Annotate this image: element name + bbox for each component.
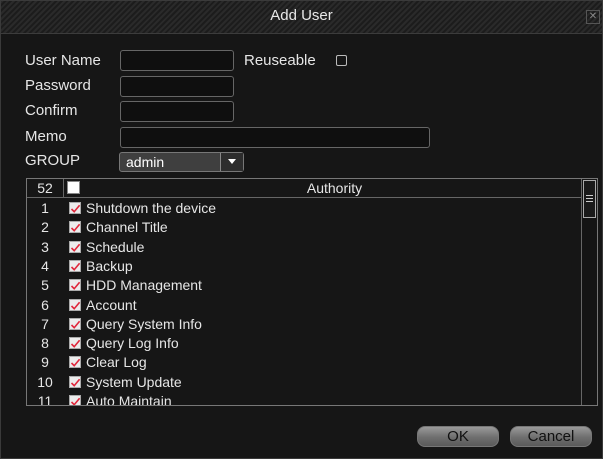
memo-label: Memo xyxy=(25,128,67,145)
authority-checkbox[interactable] xyxy=(69,298,81,311)
authority-checkbox[interactable] xyxy=(69,356,81,369)
authority-label: Shutdown the device xyxy=(86,200,216,216)
authority-row-number: 7 xyxy=(41,315,49,332)
authority-checkbox[interactable] xyxy=(69,202,81,214)
authority-checkbox[interactable] xyxy=(69,317,81,330)
authority-row[interactable]: 1 Shutdown the device xyxy=(27,199,582,218)
thumb-grip-line xyxy=(586,195,593,196)
confirm-label: Confirm xyxy=(25,102,78,119)
authority-checkbox[interactable] xyxy=(69,240,81,253)
authority-checkbox[interactable] xyxy=(69,395,81,405)
authority-count: 52 xyxy=(37,180,53,196)
check-mark-icon xyxy=(70,359,81,368)
authority-label: Account xyxy=(86,296,137,313)
authority-row[interactable]: 10 System Update xyxy=(27,373,582,392)
authority-row-number: 2 xyxy=(41,219,49,236)
authority-row-number: 1 xyxy=(41,200,49,216)
password-label: Password xyxy=(25,77,91,94)
authority-label: System Update xyxy=(86,373,182,390)
thumb-grip-line xyxy=(586,201,593,202)
cancel-button[interactable]: Cancel xyxy=(510,426,592,447)
dropdown-button[interactable] xyxy=(220,153,243,171)
authority-row-number: 3 xyxy=(41,238,49,255)
authority-checkbox[interactable] xyxy=(69,375,81,388)
authority-label: Clear Log xyxy=(86,354,147,371)
authority-row[interactable]: 7 Query System Info xyxy=(27,315,582,334)
authority-row-number: 8 xyxy=(41,335,49,352)
authority-row[interactable]: 6 Account xyxy=(27,296,582,315)
authority-checkbox[interactable] xyxy=(69,279,81,292)
password-input[interactable] xyxy=(120,76,234,97)
authority-label: Channel Title xyxy=(86,219,168,236)
confirm-password-input[interactable] xyxy=(120,101,234,122)
check-mark-icon xyxy=(70,301,81,310)
authority-row-number: 11 xyxy=(37,393,53,406)
authority-column-header: Authority xyxy=(306,180,363,196)
user-name-label: User Name xyxy=(25,52,101,69)
check-mark-icon xyxy=(70,281,81,291)
chevron-down-icon xyxy=(228,159,236,164)
authority-checkbox[interactable] xyxy=(69,259,81,272)
authority-row[interactable]: 2 Channel Title xyxy=(27,218,582,237)
check-mark-icon xyxy=(70,320,81,329)
authority-row-number: 10 xyxy=(37,373,53,390)
authority-row-number: 9 xyxy=(41,354,49,371)
check-mark-icon xyxy=(70,397,81,405)
scroll-thumb[interactable] xyxy=(583,180,596,218)
authority-list-header: 52 Authority xyxy=(27,179,582,198)
title-bar: Add User ✕ xyxy=(1,1,602,34)
authority-row-number: 4 xyxy=(41,257,49,274)
authority-label: Schedule xyxy=(86,238,145,255)
check-mark-icon xyxy=(70,243,81,252)
group-selected-value: admin xyxy=(126,154,165,170)
select-all-checkbox[interactable] xyxy=(67,181,80,194)
authority-row-number: 5 xyxy=(41,277,49,294)
authority-checkbox[interactable] xyxy=(69,337,81,350)
authority-label: Backup xyxy=(86,257,133,274)
check-mark-icon xyxy=(70,223,81,233)
close-icon[interactable]: ✕ xyxy=(586,10,600,24)
user-name-input[interactable] xyxy=(120,50,234,71)
memo-input[interactable] xyxy=(120,127,430,148)
check-mark-icon xyxy=(70,204,81,213)
authority-label: Auto Maintain xyxy=(86,393,172,406)
authority-label: Query Log Info xyxy=(86,335,179,352)
reuseable-checkbox[interactable] xyxy=(336,55,347,66)
ok-button[interactable]: OK xyxy=(417,426,499,447)
check-mark-icon xyxy=(70,339,81,348)
authority-row[interactable]: 9 Clear Log xyxy=(27,353,582,372)
authority-label: HDD Management xyxy=(86,277,202,294)
authority-row[interactable]: 5 HDD Management xyxy=(27,276,582,295)
authority-checkbox[interactable] xyxy=(69,221,81,234)
dialog-title: Add User xyxy=(270,7,333,24)
group-label: GROUP xyxy=(25,152,81,169)
header-divider xyxy=(63,179,64,197)
list-scrollbar[interactable] xyxy=(581,179,597,405)
thumb-grip-line xyxy=(586,198,593,199)
add-user-dialog: Add User ✕ User Name Reuseable Password … xyxy=(0,0,603,459)
group-select[interactable]: admin xyxy=(119,152,244,172)
authority-row[interactable]: 8 Query Log Info xyxy=(27,334,582,353)
authority-row[interactable]: 4 Backup xyxy=(27,257,582,276)
authority-row-number: 6 xyxy=(41,296,49,313)
reuseable-label: Reuseable xyxy=(244,52,316,69)
authority-label: Query System Info xyxy=(86,315,202,332)
authority-list: 52 Authority 1 Shutdown the device 2 Channe… xyxy=(26,178,598,406)
authority-row[interactable]: 3 Schedule xyxy=(27,238,582,257)
check-mark-icon xyxy=(70,378,81,387)
authority-row[interactable]: 11 Auto Maintain xyxy=(27,392,582,406)
check-mark-icon xyxy=(70,262,81,271)
